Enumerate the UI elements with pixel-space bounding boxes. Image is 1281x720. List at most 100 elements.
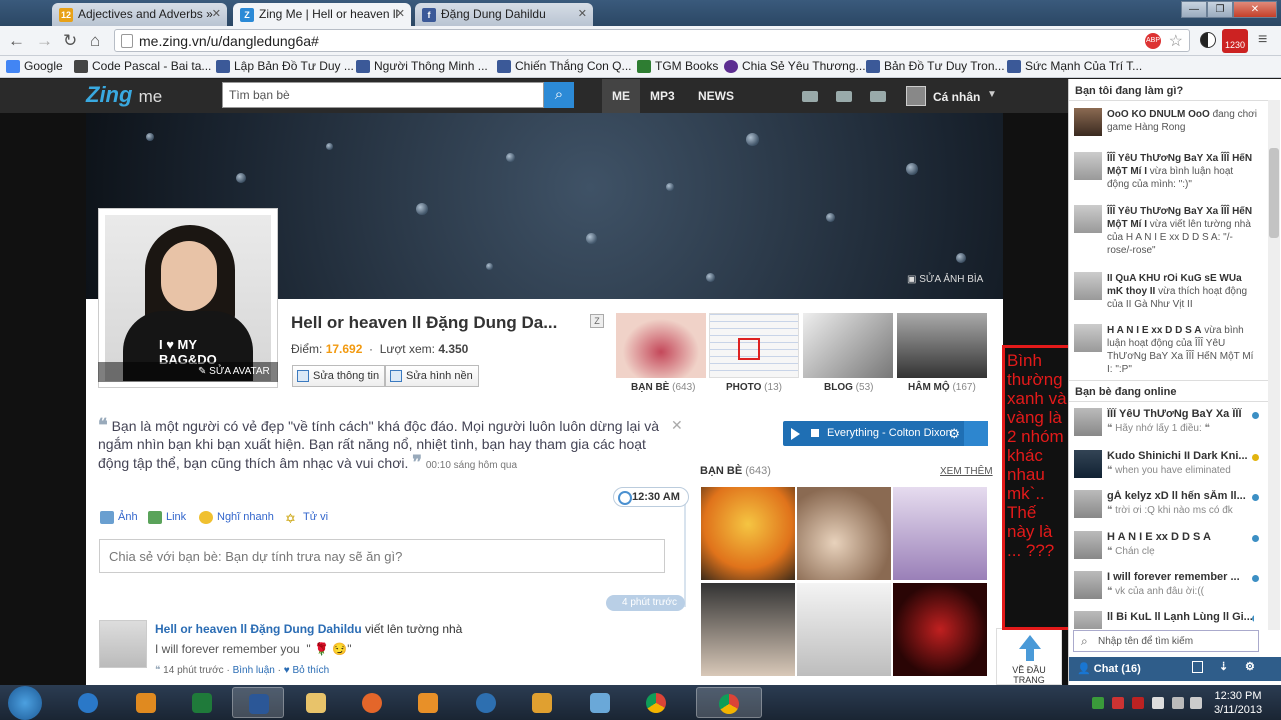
edit-info-button[interactable]: Sửa thông tin bbox=[292, 365, 386, 387]
see-more-link[interactable]: XEM THÊM bbox=[940, 466, 993, 477]
photo-thumbnail[interactable] bbox=[709, 313, 799, 378]
unlike-link[interactable]: Bỏ thích bbox=[292, 665, 329, 676]
fans-thumbnail[interactable] bbox=[897, 313, 987, 378]
sidebar-scrollbar[interactable] bbox=[1268, 100, 1280, 630]
bookmark-item[interactable]: Code Pascal - Bai ta... bbox=[74, 59, 211, 73]
share-horoscope-tab[interactable]: ✡ Tử vi bbox=[285, 511, 328, 526]
chevron-down-icon[interactable]: ▼ bbox=[987, 89, 997, 100]
bookmark-item[interactable]: Lập Bản Đồ Tư Duy ... bbox=[216, 59, 354, 73]
forward-arrow-icon[interactable]: → bbox=[36, 31, 53, 51]
signal-icon[interactable] bbox=[1172, 697, 1184, 709]
taskbar-app[interactable] bbox=[516, 687, 568, 718]
reload-icon[interactable]: ↻ bbox=[63, 31, 77, 51]
friend-photo[interactable] bbox=[701, 487, 795, 580]
share-input[interactable]: Chia sẻ với bạn bè: Bạn dự tính trưa nay… bbox=[99, 539, 665, 573]
blog-thumbnail[interactable] bbox=[803, 313, 893, 378]
account-menu[interactable]: Cá nhân bbox=[933, 90, 980, 104]
activity-item[interactable]: OoO KO DNULM OoO đang chơi game Hàng Ron… bbox=[1074, 108, 1258, 136]
friends-thumbnail[interactable] bbox=[616, 313, 706, 378]
taskbar-excel[interactable] bbox=[176, 687, 228, 718]
nav-news[interactable]: NEWS bbox=[688, 79, 744, 113]
tab-facebook[interactable]: f Đặng Dung Dahildu ✕ bbox=[415, 3, 593, 26]
thumb-label-photo[interactable]: PHOTO (13) bbox=[726, 382, 782, 393]
friend-photo[interactable] bbox=[893, 487, 987, 580]
online-friend[interactable]: I will forever remember ... ❝ vk của anh … bbox=[1074, 571, 1259, 607]
scrollbar-thumb[interactable] bbox=[1269, 148, 1279, 238]
tab-adjectives[interactable]: 12 Adjectives and Adverbs » ✕ bbox=[52, 3, 227, 26]
search-button[interactable]: ⌕ bbox=[544, 82, 574, 108]
chat-bar[interactable]: 👤 Chat (16) ⇣ ⚙ bbox=[1069, 657, 1281, 681]
badge-counter[interactable]: 1230 bbox=[1222, 29, 1248, 53]
start-button[interactable] bbox=[8, 686, 42, 720]
edit-wallpaper-button[interactable]: Sửa hình nền bbox=[385, 365, 479, 387]
taskbar-explorer[interactable] bbox=[290, 687, 342, 718]
taskbar-media[interactable] bbox=[402, 687, 454, 718]
thumb-label-friends[interactable]: BẠN BÈ (643) bbox=[631, 382, 695, 393]
taskbar-word[interactable] bbox=[232, 687, 284, 718]
list-icon[interactable] bbox=[1192, 661, 1203, 673]
bookmark-item[interactable]: TGM Books bbox=[637, 59, 718, 73]
taskbar-reel[interactable] bbox=[460, 687, 512, 718]
wrench-menu-icon[interactable]: ≡ bbox=[1258, 31, 1267, 49]
friend-search-input[interactable]: Tìm bạn bè bbox=[222, 82, 544, 108]
bookmark-item[interactable]: Google bbox=[6, 59, 63, 73]
stop-icon[interactable] bbox=[811, 429, 819, 437]
online-friend[interactable]: gÀ kelyz xD ll hến sẦm ll... ❝ trời ơi :Q… bbox=[1074, 490, 1259, 526]
zing-id-icon[interactable]: Z bbox=[590, 314, 604, 328]
flag-icon[interactable] bbox=[1152, 697, 1164, 709]
share-thought-tab[interactable]: Nghĩ nhanh bbox=[199, 511, 274, 524]
friend-photo[interactable] bbox=[701, 583, 795, 676]
bookmark-item[interactable]: Chia Sẻ Yêu Thương... bbox=[724, 59, 866, 73]
bookmark-item[interactable]: Bản Đồ Tư Duy Tron... bbox=[866, 59, 1005, 73]
online-friend[interactable]: ll Bi KuL ll Lạnh Lùng ll Gi... bbox=[1074, 611, 1254, 629]
friends-icon[interactable] bbox=[870, 91, 886, 102]
home-icon[interactable]: ⌂ bbox=[90, 31, 100, 51]
chat-icon[interactable] bbox=[836, 91, 852, 102]
share-link-tab[interactable]: Link bbox=[148, 511, 186, 524]
close-tab-icon[interactable]: ✕ bbox=[212, 7, 221, 20]
zing-logo[interactable]: Zing me bbox=[86, 82, 162, 108]
network-icon[interactable] bbox=[1092, 697, 1104, 709]
taskbar-ie[interactable] bbox=[62, 687, 114, 718]
activity-item[interactable]: II QuA KHU rOi KuG sE WUa mK thoy II vừa… bbox=[1074, 272, 1258, 311]
system-clock[interactable]: 12:30 PM 3/11/2013 bbox=[1208, 689, 1268, 717]
friend-photo[interactable] bbox=[797, 583, 891, 676]
close-tab-icon[interactable]: ✕ bbox=[396, 7, 405, 20]
profile-avatar[interactable]: I ♥ MY BAG&DO bbox=[98, 208, 278, 388]
volume-icon[interactable] bbox=[1190, 697, 1202, 709]
extension-icon[interactable] bbox=[1200, 32, 1216, 48]
back-to-top-button[interactable]: VỀ ĐẦU TRANG bbox=[996, 628, 1062, 685]
monitor-icon[interactable] bbox=[802, 91, 818, 102]
gear-icon[interactable]: ⚙ bbox=[1245, 660, 1255, 673]
adblock-icon[interactable]: ABP bbox=[1145, 33, 1161, 49]
avatar[interactable] bbox=[906, 86, 926, 106]
close-window-button[interactable]: ✕ bbox=[1233, 1, 1277, 18]
taskbar-chrome[interactable] bbox=[630, 687, 682, 718]
activity-item[interactable]: H A N I E xx D D S A vừa bình luận hoạt … bbox=[1074, 324, 1258, 376]
friend-filter-input[interactable]: ⌕ Nhập tên để tìm kiếm bbox=[1073, 630, 1259, 652]
tray-icon[interactable] bbox=[1132, 697, 1144, 709]
minimize-button[interactable]: — bbox=[1181, 1, 1207, 18]
star-icon[interactable]: ☆ bbox=[1169, 31, 1183, 51]
online-friend[interactable]: H A N I E xx D D S A ❝ Chán clẹ bbox=[1074, 531, 1259, 567]
play-icon[interactable] bbox=[791, 428, 800, 440]
online-friend[interactable]: Kudo Shinichi II Dark Kni... ❝ when you h… bbox=[1074, 450, 1259, 486]
friend-photo[interactable] bbox=[893, 583, 987, 676]
address-bar[interactable]: me.zing.vn/u/dangledung6a# ABP ☆ bbox=[114, 29, 1190, 52]
edit-cover-button[interactable]: ▣ SỬA ẢNH BÌA bbox=[907, 274, 983, 285]
edit-avatar-button[interactable]: ✎ SỬA AVATAR bbox=[98, 362, 278, 382]
thumb-label-blog[interactable]: BLOG (53) bbox=[824, 382, 873, 393]
taskbar-firefox[interactable] bbox=[346, 687, 398, 718]
close-icon[interactable]: ✕ bbox=[671, 417, 683, 434]
taskbar-paint[interactable] bbox=[574, 687, 626, 718]
share-photo-tab[interactable]: Ảnh bbox=[100, 511, 138, 524]
bookmark-item[interactable]: Chiến Thắng Con Q... bbox=[497, 59, 632, 73]
bookmark-item[interactable]: Sức Mạnh Của Trí T... bbox=[1007, 59, 1142, 73]
post-author-link[interactable]: Hell or heaven ll Đặng Dung Dahildu bbox=[155, 622, 362, 636]
bookmark-item[interactable]: Người Thông Minh ... bbox=[356, 59, 488, 73]
download-icon[interactable]: ⇣ bbox=[1219, 660, 1228, 673]
thumb-label-fans[interactable]: HÂM MỘ (167) bbox=[908, 382, 976, 393]
taskbar-chrome-active[interactable] bbox=[696, 687, 762, 718]
nav-mp3[interactable]: MP3 bbox=[640, 79, 685, 113]
maximize-button[interactable]: ❐ bbox=[1207, 1, 1233, 18]
